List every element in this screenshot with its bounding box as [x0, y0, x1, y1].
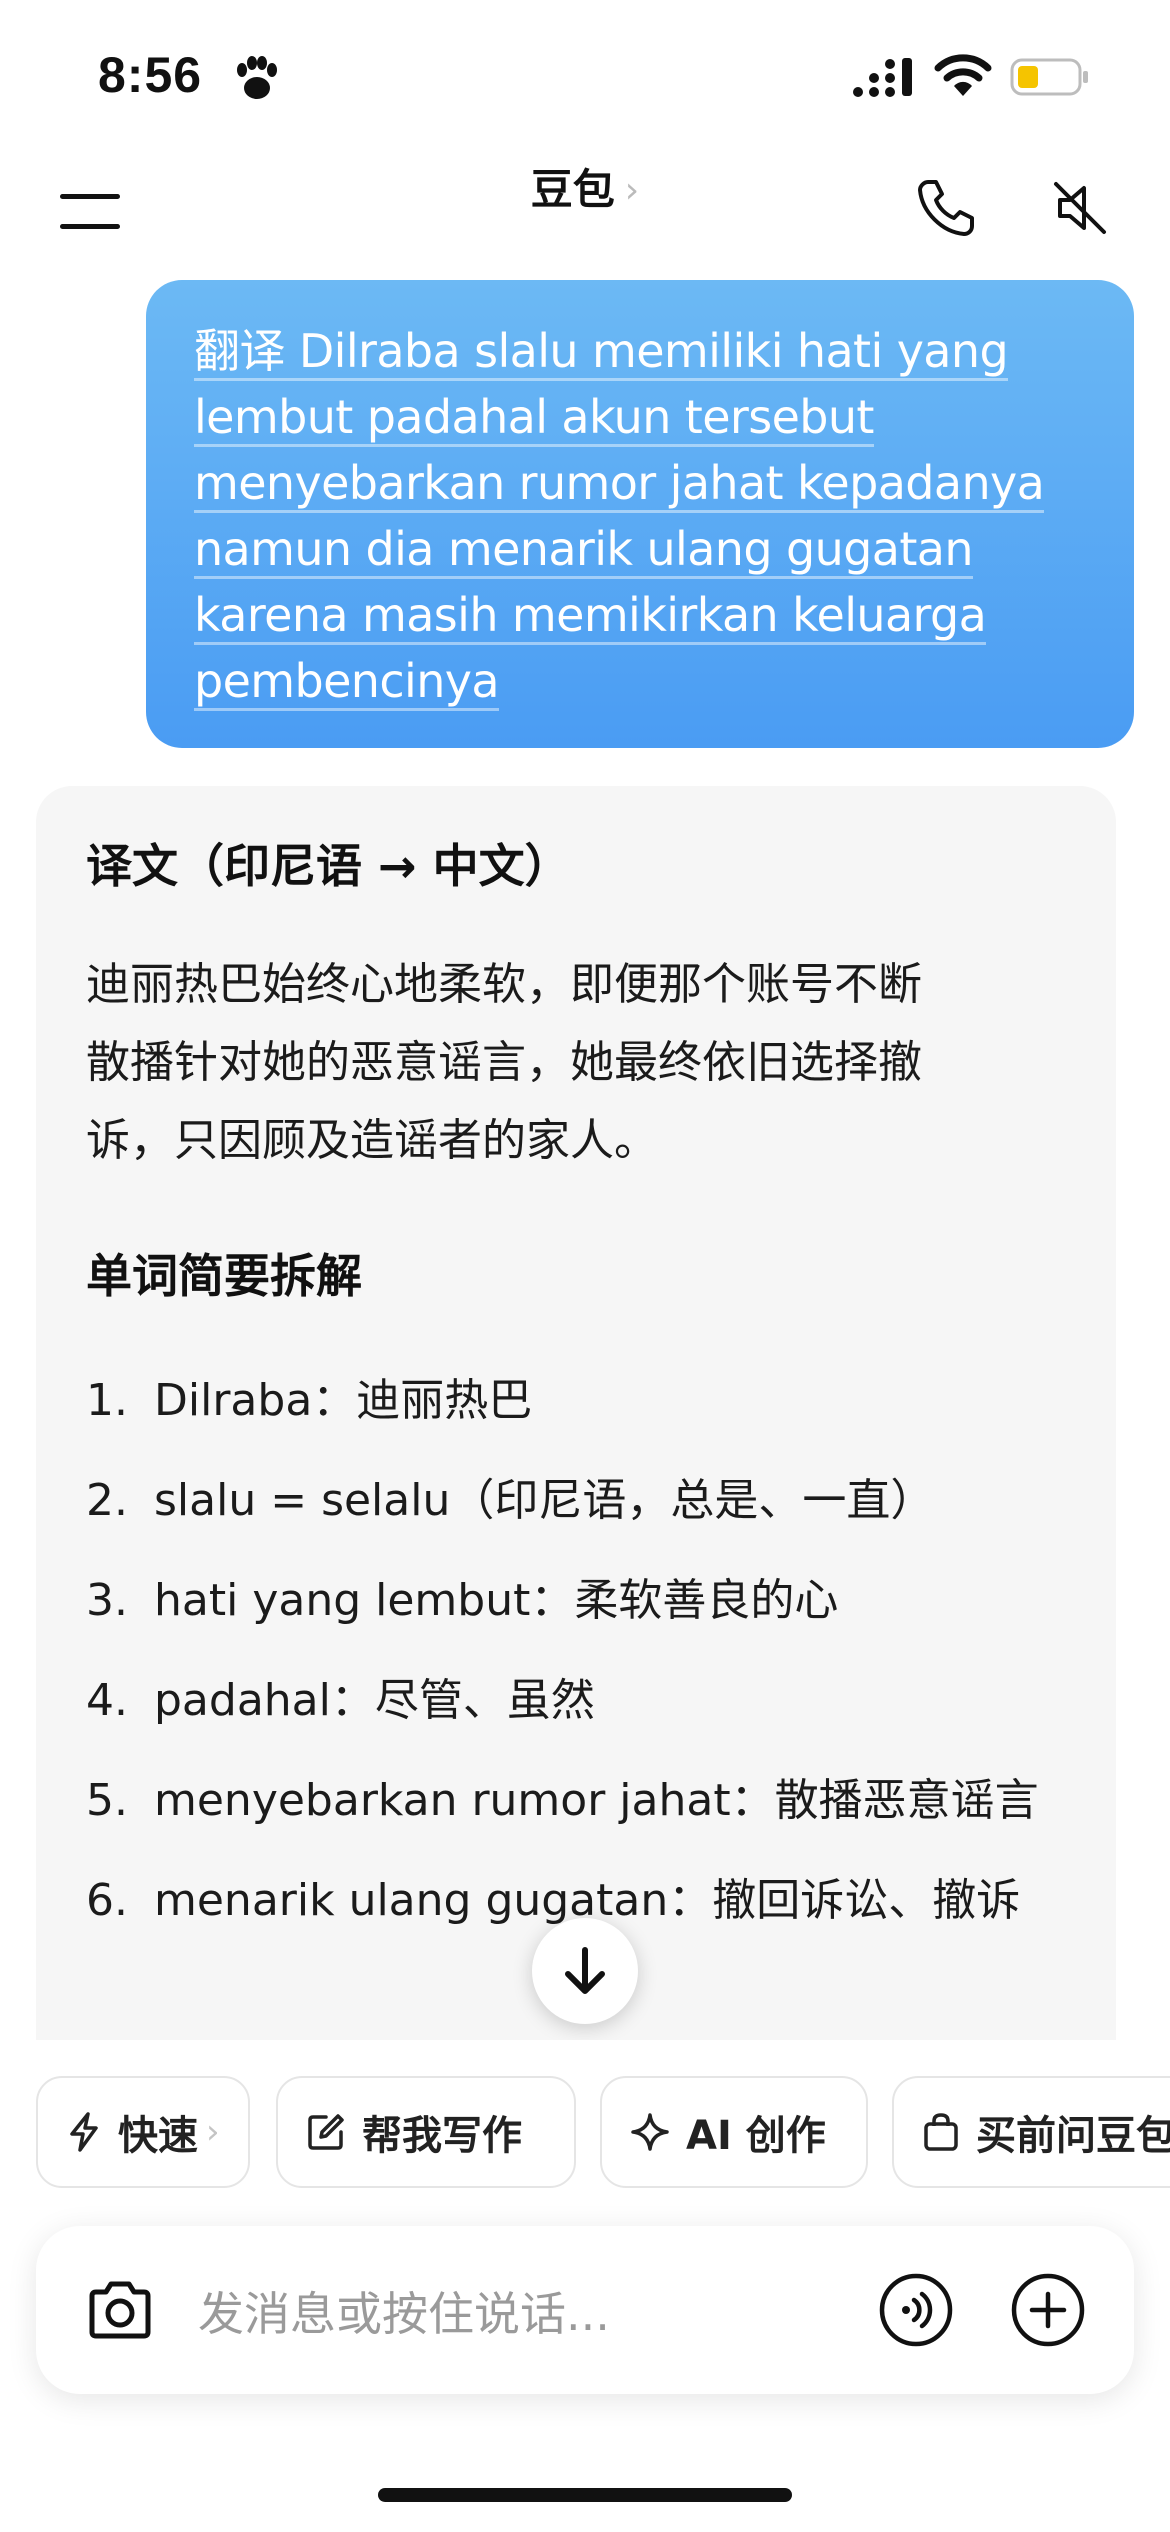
- list-item-number: 5.: [86, 1775, 128, 1826]
- arrow-down-icon: [565, 1947, 605, 1994]
- user-message-line: pembencinya: [194, 654, 500, 711]
- list-item: 1. Dilraba：迪丽热巴: [86, 1362, 1066, 1440]
- shopping-bag-icon: [924, 2113, 958, 2151]
- list-item-text: hati yang lembut：柔软善良的心: [154, 1575, 839, 1626]
- wifi-icon: [934, 54, 992, 96]
- chip-help-me-write[interactable]: 帮我写作: [276, 2076, 576, 2188]
- plus-icon[interactable]: [1010, 2272, 1086, 2348]
- translation-line: 散播针对她的恶意谣言，她最终依旧选择撤: [86, 1037, 922, 1088]
- list-item: 2. slalu = selalu（印尼语，总是、一直）: [86, 1462, 1066, 1540]
- scroll-to-bottom-button[interactable]: [532, 1918, 638, 2024]
- list-item-number: 2.: [86, 1475, 128, 1526]
- lightning-icon: [70, 2112, 98, 2152]
- camera-icon[interactable]: [84, 2276, 156, 2344]
- speaker-muted-icon[interactable]: [1048, 176, 1112, 240]
- user-message-line: karena masih memikirkan keluarga: [194, 588, 987, 645]
- list-item: 4. padahal：尽管、虽然: [86, 1662, 1066, 1740]
- quick-action-chips: 快速 › 帮我写作 AI 创作 买前问豆包: [36, 2076, 1170, 2188]
- chip-ai-create[interactable]: AI 创作: [600, 2076, 868, 2188]
- page-title[interactable]: 豆包: [531, 156, 615, 217]
- list-item-number: 1.: [86, 1375, 128, 1426]
- status-bar: 8:56: [0, 0, 1170, 150]
- chip-ask-before-buy[interactable]: 买前问豆包: [892, 2076, 1170, 2188]
- sparkle-icon: [631, 2113, 669, 2151]
- message-input-placeholder[interactable]: 发消息或按住说话...: [198, 2278, 610, 2344]
- list-item-number: 4.: [86, 1675, 128, 1726]
- list-item-text: slalu = selalu（印尼语，总是、一直）: [154, 1475, 935, 1526]
- list-item-text: menyebarkan rumor jahat：散播恶意谣言: [154, 1775, 1039, 1826]
- user-message-line: namun dia menarik ulang gugatan: [194, 522, 974, 579]
- chip-label: 帮我写作: [362, 2113, 522, 2159]
- chip-quick-mode[interactable]: 快速 ›: [36, 2076, 250, 2188]
- message-input-bar[interactable]: 发消息或按住说话...: [36, 2226, 1134, 2394]
- list-item-number: 6.: [86, 1875, 128, 1926]
- phone-call-icon[interactable]: [914, 176, 978, 240]
- chip-label: 快速: [118, 2113, 198, 2159]
- chat-header: 豆包 ›: [0, 150, 1170, 270]
- list-item-text: Dilraba：迪丽热巴: [154, 1375, 533, 1426]
- translation-line: 诉，只因顾及造谣者的家人。: [86, 1115, 658, 1166]
- title-area: 豆包 ›: [0, 150, 1170, 217]
- user-message-line: 翻译 Dilraba slalu memiliki hati yang: [194, 324, 1009, 381]
- home-indicator: [378, 2488, 792, 2502]
- battery-icon: [1010, 58, 1088, 96]
- paw-icon: [237, 56, 277, 99]
- chip-label: AI 创作: [686, 2113, 826, 2159]
- breakdown-heading: 单词简要拆解: [86, 1249, 362, 1303]
- cellular-signal-icon: [853, 58, 912, 97]
- chevron-right-icon: ›: [206, 2112, 220, 2152]
- user-message-line: menyebarkan rumor jahat kepadanya: [194, 456, 1045, 513]
- list-item-number: 3.: [86, 1575, 128, 1626]
- answer-heading: 译文（印尼语 → 中文）: [86, 839, 571, 893]
- translation-paragraph: 迪丽热巴始终心地柔软，即便那个账号不断 散播针对她的恶意谣言，她最终依旧选择撤 …: [86, 946, 1066, 1180]
- translation-line: 迪丽热巴始终心地柔软，即便那个账号不断: [86, 959, 922, 1010]
- list-item: 5. menyebarkan rumor jahat：散播恶意谣言: [86, 1762, 1066, 1840]
- user-message-bubble[interactable]: 翻译 Dilraba slalu memiliki hati yang lemb…: [146, 280, 1134, 748]
- user-message-text: 翻译 Dilraba slalu memiliki hati yang lemb…: [194, 318, 1094, 714]
- chevron-right-icon[interactable]: ›: [625, 170, 639, 211]
- edit-icon: [308, 2114, 344, 2150]
- composer-area: 快速 › 帮我写作 AI 创作 买前问豆包 发消息或按住说话...: [0, 2040, 1170, 2532]
- user-message-line: lembut padahal akun tersebut: [194, 390, 874, 447]
- assistant-answer-card: 译文（印尼语 → 中文） 迪丽热巴始终心地柔软，即便那个账号不断 散播针对她的恶…: [36, 786, 1116, 2046]
- status-time: 8:56: [98, 47, 203, 103]
- chip-label: 买前问豆包: [976, 2113, 1170, 2159]
- word-breakdown-list: 1. Dilraba：迪丽热巴 2. slalu = selalu（印尼语，总是、一…: [86, 1362, 1066, 1940]
- list-item-text: padahal：尽管、虽然: [154, 1675, 595, 1726]
- list-item: 3. hati yang lembut：柔软善良的心: [86, 1562, 1066, 1640]
- voice-wave-icon[interactable]: [878, 2272, 954, 2348]
